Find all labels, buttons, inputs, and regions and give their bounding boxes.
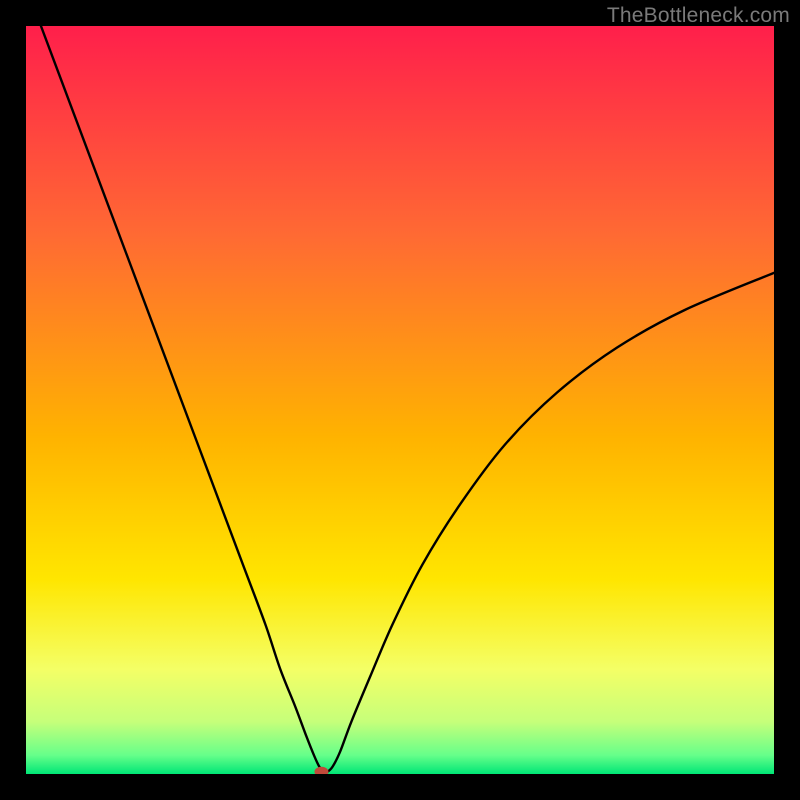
plot-area [26, 26, 774, 774]
chart-background [26, 26, 774, 774]
watermark-text: TheBottleneck.com [607, 4, 790, 28]
chart-svg [26, 26, 774, 774]
chart-frame: TheBottleneck.com [0, 0, 800, 800]
